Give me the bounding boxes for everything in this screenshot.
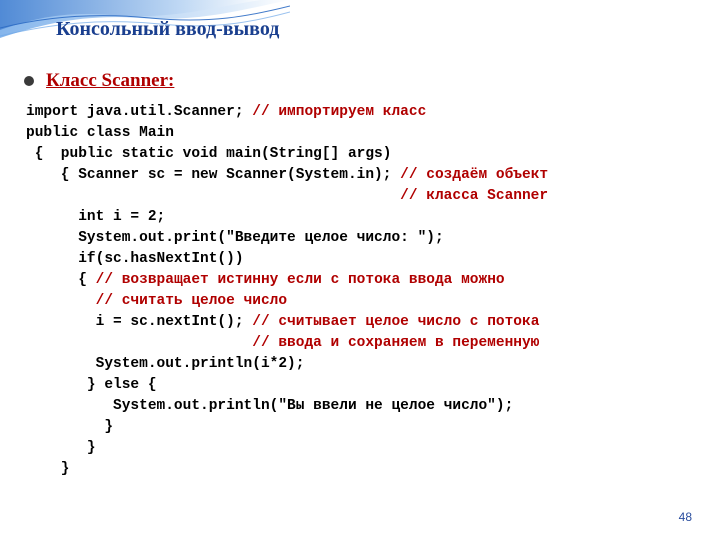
code-comment: // импортируем класс (252, 104, 426, 120)
code-comment: // создаём объект (400, 167, 548, 183)
code-text: System.out.println(i*2); (26, 356, 304, 372)
code-text: System.out.print("Введите целое число: "… (26, 230, 444, 246)
code-comment: // возвращает истинну если с потока ввод… (96, 272, 505, 288)
code-comment: // класса Scanner (26, 188, 548, 204)
code-text: { public static void main(String[] args) (26, 146, 391, 162)
code-text: System.out.println("Вы ввели не целое чи… (26, 398, 513, 414)
code-text: } else { (26, 377, 157, 393)
page-number: 48 (679, 510, 692, 524)
bullet-heading: Класс Scanner: (46, 70, 174, 92)
code-text: { Scanner sc = new Scanner(System.in); (26, 167, 400, 183)
code-text: } (26, 461, 70, 477)
code-text: int i = 2; (26, 209, 165, 225)
code-text: public class Main (26, 125, 174, 141)
code-text: if(sc.hasNextInt()) (26, 251, 244, 267)
slide-title: Консольный ввод-вывод (56, 18, 279, 41)
code-comment: // считывает целое число с потока (252, 314, 539, 330)
code-text: import java.util.Scanner; (26, 104, 252, 120)
bullet-row: Класс Scanner: (24, 70, 696, 92)
code-comment: // считать целое число (26, 293, 287, 309)
code-text: { (26, 272, 96, 288)
code-text: } (26, 419, 113, 435)
slide-content: Класс Scanner: import java.util.Scanner;… (24, 70, 696, 480)
bullet-icon (24, 76, 34, 86)
code-comment: // ввода и сохраняем в переменную (26, 335, 539, 351)
code-text: i = sc.nextInt(); (26, 314, 252, 330)
code-block: import java.util.Scanner; // импортируем… (26, 102, 696, 480)
code-text: } (26, 440, 96, 456)
